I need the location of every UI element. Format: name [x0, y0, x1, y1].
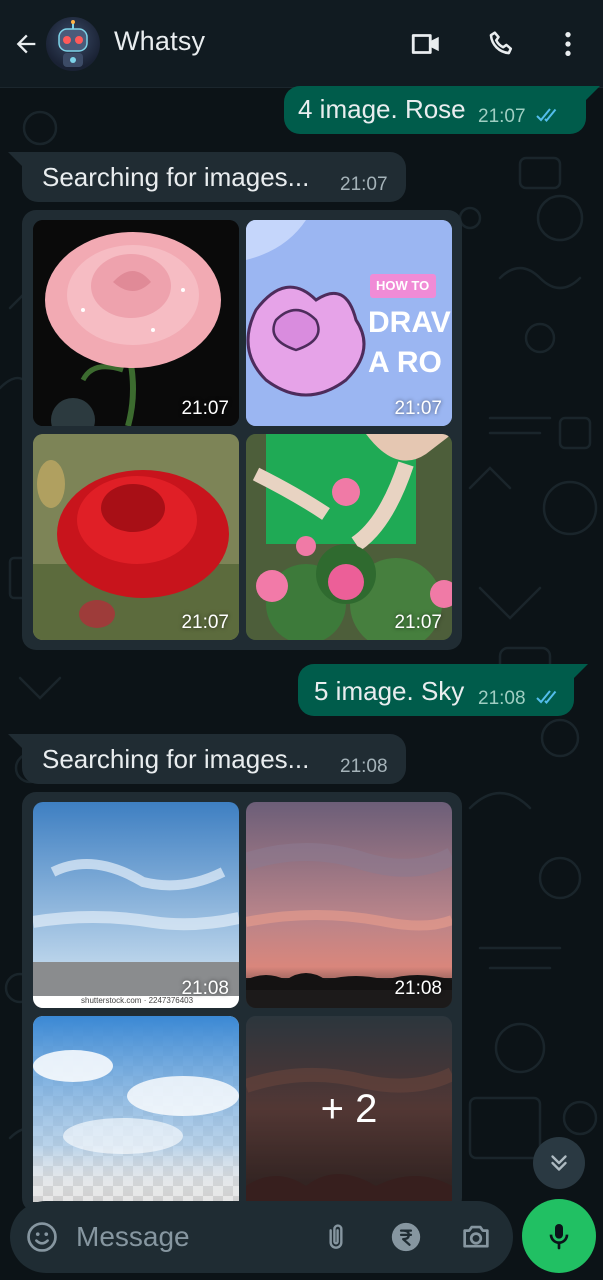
bubble-tail	[586, 86, 600, 100]
incoming-message[interactable]: Searching for images... 21:07	[22, 152, 406, 202]
bubble-tail	[8, 152, 22, 166]
message-text: 4 image. Rose	[298, 94, 466, 124]
image-time: 21:07	[181, 612, 229, 633]
phone-icon[interactable]	[484, 26, 520, 62]
image-time: 21:08	[181, 978, 229, 999]
message-text: Searching for images...	[42, 744, 310, 774]
clouds-transparent-image	[33, 1016, 239, 1202]
image-grid: 21:07 HOW TO DRAV A RO 21:07 21:07 21:07	[22, 210, 462, 650]
mic-icon	[549, 1224, 569, 1250]
attach-icon[interactable]	[318, 1219, 354, 1255]
red-rose-image	[33, 434, 239, 640]
rupee-payment-icon[interactable]	[388, 1219, 424, 1255]
robot-avatar-icon	[58, 20, 88, 67]
image-tile[interactable]: 21:07	[246, 434, 452, 640]
message-text: 5 image. Sky	[314, 676, 465, 706]
message-time: 21:08	[340, 756, 388, 777]
image-tile[interactable]	[33, 1016, 239, 1202]
image-caption-line: DRAV	[368, 306, 451, 339]
video-call-icon[interactable]	[408, 26, 444, 62]
back-arrow-icon[interactable]	[10, 28, 42, 60]
chat-header: Whatsy	[0, 0, 603, 88]
bubble-tail	[574, 664, 588, 678]
bubble-tail	[8, 734, 22, 748]
message-input[interactable]: Message	[76, 1221, 190, 1253]
image-time: 21:07	[181, 398, 229, 419]
image-grid: shutterstock.com · 2247376403 21:08 21:0…	[22, 792, 462, 1212]
pruning-rose-image	[246, 434, 452, 640]
pink-rose-image	[33, 220, 239, 426]
incoming-message[interactable]: Searching for images... 21:08	[22, 734, 406, 784]
message-time: 21:07	[340, 174, 388, 195]
emoji-icon[interactable]	[24, 1219, 60, 1255]
double-chevron-down-icon	[551, 1155, 567, 1171]
image-tile[interactable]: HOW TO DRAV A RO 21:07	[246, 220, 452, 426]
image-time: 21:07	[394, 398, 442, 419]
image-tile[interactable]: + 2	[246, 1016, 452, 1202]
contact-name[interactable]: Whatsy	[114, 26, 205, 57]
message-time: 21:08	[478, 688, 526, 709]
camera-icon[interactable]	[458, 1219, 494, 1255]
image-tile[interactable]: 21:07	[33, 434, 239, 640]
message-time: 21:07	[478, 106, 526, 127]
image-time: 21:07	[394, 612, 442, 633]
read-ticks-icon	[536, 690, 557, 704]
image-time: 21:08	[394, 978, 442, 999]
outgoing-message[interactable]: 5 image. Sky 21:08	[298, 664, 574, 716]
message-text: Searching for images...	[42, 162, 310, 192]
image-caption-badge: HOW TO	[376, 278, 430, 293]
image-tile[interactable]: 21:07	[33, 220, 239, 426]
image-caption-line: A RO	[368, 346, 442, 379]
message-composer: Message	[10, 1201, 513, 1273]
more-images-count: + 2	[246, 1016, 452, 1202]
image-watermark: shutterstock.com · 2247376403	[81, 996, 194, 1005]
more-vert-icon[interactable]	[550, 26, 586, 62]
outgoing-message[interactable]: 4 image. Rose 21:07	[284, 86, 586, 134]
mic-button[interactable]	[522, 1199, 596, 1273]
image-tile[interactable]: shutterstock.com · 2247376403 21:08	[33, 802, 239, 1008]
image-tile[interactable]: 21:08	[246, 802, 452, 1008]
contact-avatar[interactable]	[46, 17, 100, 71]
read-ticks-icon	[536, 108, 557, 122]
scroll-to-bottom-button[interactable]	[533, 1137, 585, 1189]
